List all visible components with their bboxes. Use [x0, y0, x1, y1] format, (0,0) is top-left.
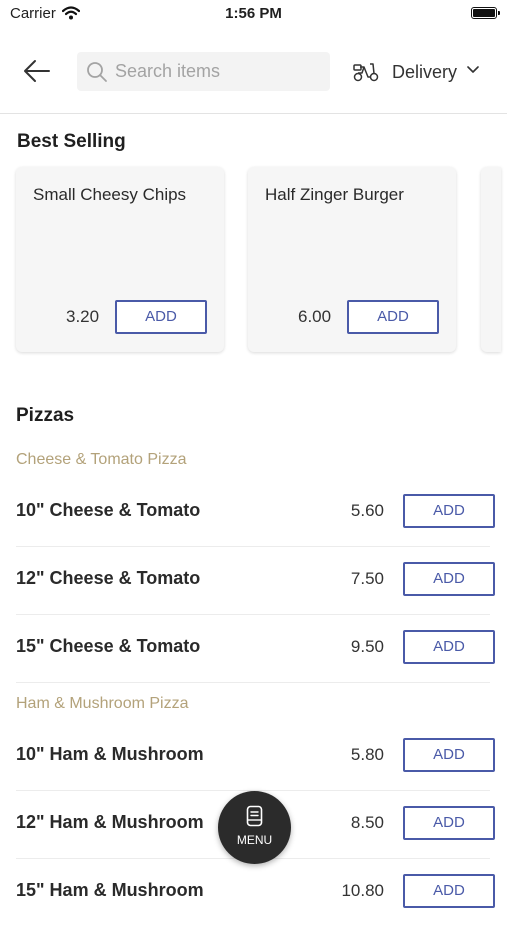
- search-icon: [87, 62, 107, 82]
- item-name: 10" Ham & Mushroom: [16, 744, 204, 764]
- item-price: 7.50: [350, 569, 384, 588]
- add-button[interactable]: ADD: [115, 300, 207, 334]
- subcategory-title: Cheese & Tomato Pizza: [16, 451, 187, 468]
- best-selling-title: Best Selling: [17, 131, 126, 152]
- menu-item-row[interactable]: 15" Ham & Mushroom 10.80 ADD: [16, 858, 495, 926]
- card-item-name: Small Cheesy Chips: [33, 185, 187, 204]
- menu-item-row[interactable]: 10" Cheese & Tomato 5.60 ADD: [16, 478, 495, 547]
- card-item-name: Half Zinger Burger: [265, 185, 404, 204]
- menu-book-icon: [246, 805, 263, 827]
- chevron-down-icon: [467, 66, 479, 73]
- card-item-price: 3.20: [66, 307, 100, 326]
- item-name: 10" Cheese & Tomato: [16, 500, 201, 520]
- item-price: 5.80: [350, 745, 384, 764]
- item-price: 5.60: [350, 501, 384, 520]
- card-item-price: 6.00: [298, 307, 332, 326]
- back-arrow-icon: [24, 60, 50, 82]
- menu-button[interactable]: MENU: [218, 791, 291, 864]
- add-button[interactable]: ADD: [347, 300, 439, 334]
- scooter-icon: [353, 63, 379, 82]
- menu-button-label: MENU: [236, 833, 273, 847]
- item-name: 12" Cheese & Tomato: [16, 568, 201, 588]
- pizzas-section-title: Pizzas: [16, 405, 75, 426]
- item-name: 15" Ham & Mushroom: [16, 880, 204, 900]
- battery-icon: [471, 7, 500, 19]
- menu-item-row[interactable]: 12" Cheese & Tomato 7.50 ADD: [16, 546, 495, 615]
- add-button[interactable]: ADD: [403, 630, 495, 664]
- item-name: 12" Ham & Mushroom: [16, 812, 204, 832]
- back-button[interactable]: [22, 58, 52, 84]
- item-name: 15" Cheese & Tomato: [16, 636, 201, 656]
- status-bar: Carrier 1:56 PM: [0, 0, 507, 28]
- add-button[interactable]: ADD: [403, 874, 495, 908]
- status-time: 1:56 PM: [225, 5, 282, 22]
- add-button[interactable]: ADD: [403, 738, 495, 772]
- search-box[interactable]: [77, 52, 330, 91]
- best-selling-card[interactable]: Half Zinger Burger 6.00 ADD: [248, 167, 456, 352]
- add-button[interactable]: ADD: [403, 806, 495, 840]
- item-price: 10.80: [341, 881, 384, 900]
- best-selling-card[interactable]: Small Cheesy Chips 3.20 ADD: [16, 167, 224, 352]
- item-price: 8.50: [350, 813, 384, 832]
- delivery-label: Delivery: [392, 62, 458, 82]
- subcategory-title: Ham & Mushroom Pizza: [16, 695, 189, 712]
- search-input[interactable]: [115, 52, 320, 91]
- best-selling-card-partial[interactable]: [481, 167, 501, 352]
- top-bar: Delivery: [0, 40, 507, 114]
- add-button[interactable]: ADD: [403, 494, 495, 528]
- menu-item-row[interactable]: 10" Ham & Mushroom 5.80 ADD: [16, 722, 495, 791]
- add-button[interactable]: ADD: [403, 562, 495, 596]
- item-price: 9.50: [350, 637, 384, 656]
- menu-item-row[interactable]: 15" Cheese & Tomato 9.50 ADD: [16, 614, 495, 683]
